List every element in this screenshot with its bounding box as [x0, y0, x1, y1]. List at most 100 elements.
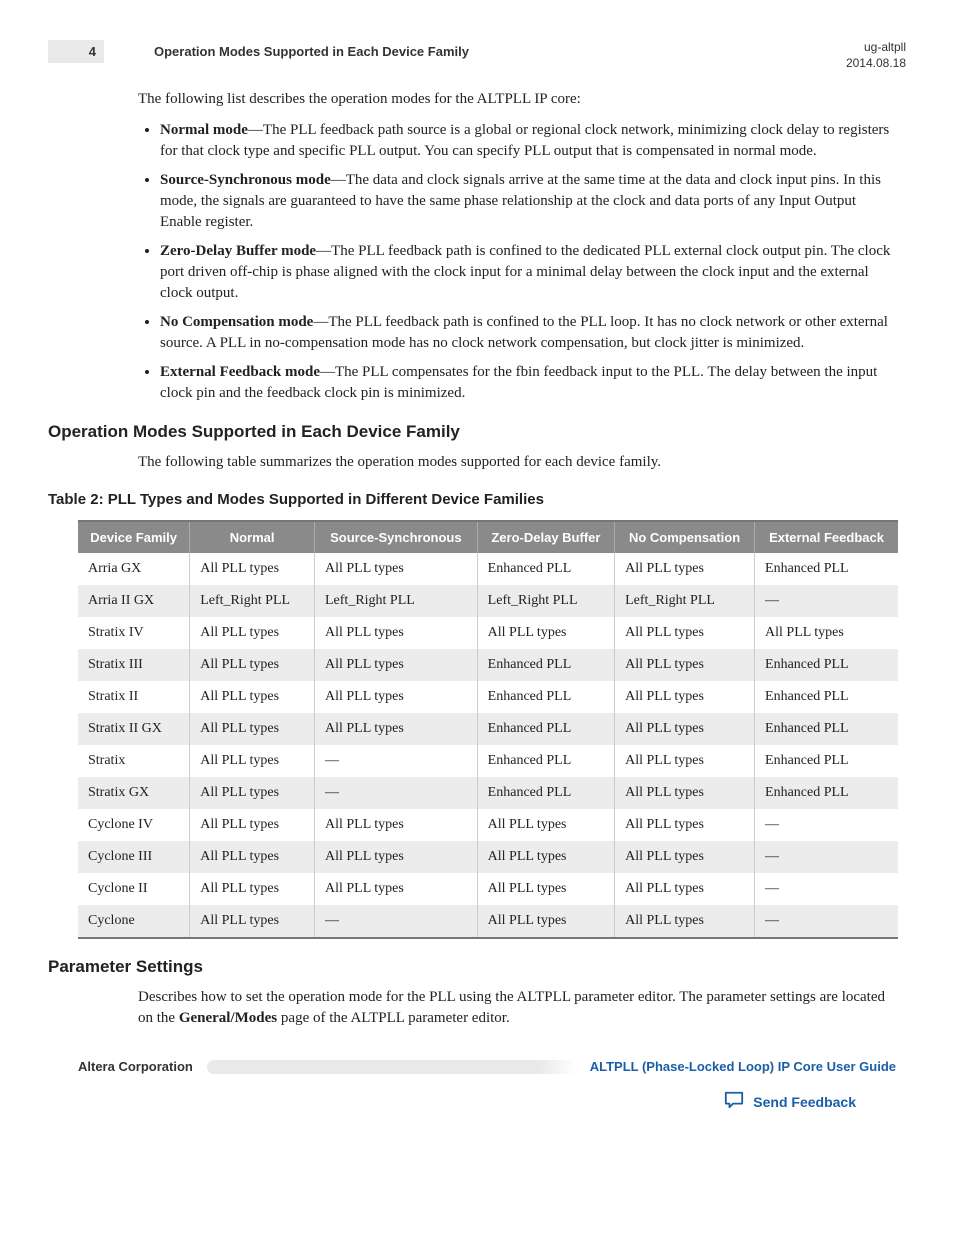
table-cell: Enhanced PLL — [755, 553, 898, 585]
table-cell: All PLL types — [315, 873, 478, 905]
table-cell: All PLL types — [190, 809, 315, 841]
header-meta: ug-altpll 2014.08.18 — [846, 40, 906, 71]
mode-item: Source-Synchronous mode—The data and clo… — [160, 170, 896, 233]
table-cell: Cyclone III — [78, 841, 190, 873]
modes-list: Normal mode—The PLL feedback path source… — [138, 120, 896, 404]
table-cell: Stratix III — [78, 649, 190, 681]
table-cell: Left_Right PLL — [477, 585, 614, 617]
table-cell: Cyclone IV — [78, 809, 190, 841]
table-cell: All PLL types — [615, 873, 755, 905]
table-cell: All PLL types — [190, 777, 315, 809]
pll-modes-table: Device FamilyNormalSource-SynchronousZer… — [78, 520, 898, 939]
table-cell: — — [315, 905, 478, 938]
table-header-cell: External Feedback — [755, 521, 898, 553]
footer-divider — [207, 1060, 576, 1074]
table-cell: Left_Right PLL — [315, 585, 478, 617]
mode-name: Normal mode — [160, 122, 248, 138]
table-cell: All PLL types — [315, 681, 478, 713]
table-cell: All PLL types — [615, 649, 755, 681]
table-cell: Enhanced PLL — [477, 713, 614, 745]
table-caption: Table 2: PLL Types and Modes Supported i… — [48, 491, 906, 508]
doc-id: ug-altpll — [846, 40, 906, 56]
table-header-cell: Normal — [190, 521, 315, 553]
section1-intro: The following table summarizes the opera… — [138, 452, 896, 473]
table-cell: — — [755, 585, 898, 617]
table-row: Arria GXAll PLL typesAll PLL typesEnhanc… — [78, 553, 898, 585]
table-cell: All PLL types — [315, 713, 478, 745]
table-row: Stratix IIAll PLL typesAll PLL typesEnha… — [78, 681, 898, 713]
table-cell: All PLL types — [615, 617, 755, 649]
table-cell: Arria II GX — [78, 585, 190, 617]
table-cell: All PLL types — [190, 841, 315, 873]
table-cell: Arria GX — [78, 553, 190, 585]
table-cell: All PLL types — [477, 617, 614, 649]
feedback-label: Send Feedback — [753, 1094, 856, 1110]
table-row: Arria II GXLeft_Right PLLLeft_Right PLLL… — [78, 585, 898, 617]
table-cell: All PLL types — [315, 617, 478, 649]
table-cell: Enhanced PLL — [755, 649, 898, 681]
mode-item: Zero-Delay Buffer mode—The PLL feedback … — [160, 241, 896, 304]
table-cell: Stratix II GX — [78, 713, 190, 745]
table-cell: All PLL types — [190, 681, 315, 713]
table-cell: Cyclone — [78, 905, 190, 938]
table-cell: All PLL types — [190, 745, 315, 777]
table-cell: All PLL types — [190, 713, 315, 745]
table-cell: All PLL types — [190, 873, 315, 905]
table-row: CycloneAll PLL types—All PLL typesAll PL… — [78, 905, 898, 938]
table-cell: All PLL types — [477, 905, 614, 938]
mode-name: Zero-Delay Buffer mode — [160, 243, 316, 259]
table-header-cell: Zero-Delay Buffer — [477, 521, 614, 553]
comment-icon — [723, 1090, 745, 1113]
mode-item: Normal mode—The PLL feedback path source… — [160, 120, 896, 162]
mode-item: No Compensation mode—The PLL feedback pa… — [160, 312, 896, 354]
table-cell: Enhanced PLL — [477, 777, 614, 809]
table-cell: Enhanced PLL — [755, 745, 898, 777]
table-header-cell: No Compensation — [615, 521, 755, 553]
table-cell: All PLL types — [615, 713, 755, 745]
footer-company: Altera Corporation — [78, 1059, 193, 1074]
table-cell: — — [315, 777, 478, 809]
table-cell: Enhanced PLL — [755, 681, 898, 713]
table-cell: Cyclone II — [78, 873, 190, 905]
table-cell: Enhanced PLL — [755, 777, 898, 809]
table-row: Cyclone IIIAll PLL typesAll PLL typesAll… — [78, 841, 898, 873]
table-cell: All PLL types — [315, 841, 478, 873]
table-cell: All PLL types — [477, 809, 614, 841]
table-cell: Left_Right PLL — [190, 585, 315, 617]
table-cell: All PLL types — [477, 841, 614, 873]
table-row: StratixAll PLL types—Enhanced PLLAll PLL… — [78, 745, 898, 777]
section-heading-modes: Operation Modes Supported in Each Device… — [48, 422, 906, 442]
table-header-cell: Source-Synchronous — [315, 521, 478, 553]
table-cell: Enhanced PLL — [477, 649, 614, 681]
footer-doc-title[interactable]: ALTPLL (Phase-Locked Loop) IP Core User … — [590, 1059, 896, 1074]
table-row: Stratix II GXAll PLL typesAll PLL typesE… — [78, 713, 898, 745]
page-number: 4 — [48, 40, 104, 63]
send-feedback-link[interactable]: Send Feedback — [723, 1090, 856, 1113]
table-cell: Left_Right PLL — [615, 585, 755, 617]
table-cell: All PLL types — [190, 649, 315, 681]
table-cell: All PLL types — [315, 809, 478, 841]
para-post: page of the ALTPLL parameter editor. — [277, 1010, 510, 1026]
mode-name: Source-Synchronous mode — [160, 172, 331, 188]
table-cell: Stratix II — [78, 681, 190, 713]
table-cell: Stratix GX — [78, 777, 190, 809]
doc-date: 2014.08.18 — [846, 56, 906, 72]
mode-item: External Feedback mode—The PLL compensat… — [160, 362, 896, 404]
table-cell: All PLL types — [755, 617, 898, 649]
mode-name: No Compensation mode — [160, 314, 313, 330]
table-cell: All PLL types — [615, 905, 755, 938]
page-footer: Altera Corporation ALTPLL (Phase-Locked … — [48, 1059, 906, 1074]
table-cell: Enhanced PLL — [477, 553, 614, 585]
table-cell: All PLL types — [615, 553, 755, 585]
table-cell: — — [755, 905, 898, 938]
table-row: Stratix IVAll PLL typesAll PLL typesAll … — [78, 617, 898, 649]
table-cell: All PLL types — [615, 745, 755, 777]
section2-paragraph: Describes how to set the operation mode … — [138, 987, 896, 1029]
table-row: Stratix GXAll PLL types—Enhanced PLLAll … — [78, 777, 898, 809]
table-cell: All PLL types — [190, 617, 315, 649]
table-header-cell: Device Family — [78, 521, 190, 553]
table-cell: Enhanced PLL — [477, 745, 614, 777]
table-cell: All PLL types — [615, 841, 755, 873]
table-cell: All PLL types — [615, 681, 755, 713]
running-title: Operation Modes Supported in Each Device… — [154, 40, 846, 59]
